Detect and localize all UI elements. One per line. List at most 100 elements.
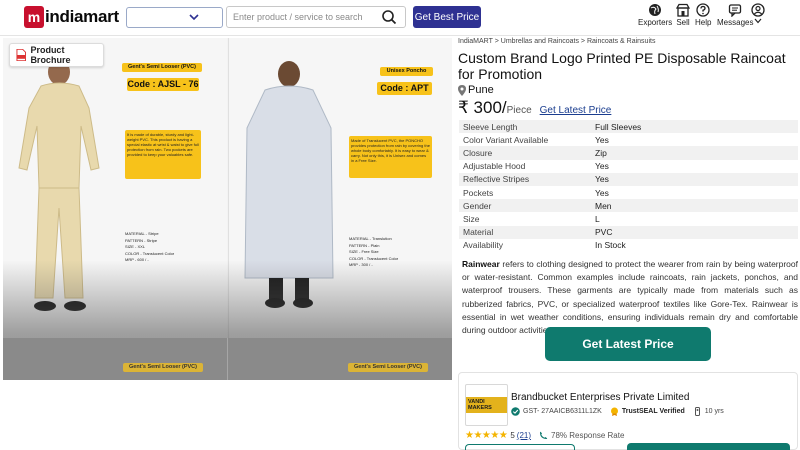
nav-exporters-label: Exporters — [638, 18, 673, 27]
trustseal-label: TrustSEAL Verified — [621, 408, 685, 415]
search-icon[interactable] — [381, 9, 397, 25]
get-latest-price-button[interactable]: Get Latest Price — [545, 327, 711, 361]
spec-label: Color Variant Available — [463, 134, 549, 145]
product-image-gallery[interactable]: Gent's Semi Looser (PVC) Code : AJSL - 7… — [3, 38, 452, 380]
indiamart-logo[interactable]: m indiamart — [24, 4, 119, 30]
breadcrumb-link[interactable]: IndiaMART — [458, 38, 493, 45]
table-row: Material PVC — [459, 225, 798, 239]
spec-value: Yes — [595, 134, 609, 145]
spec-value: PVC — [595, 227, 613, 238]
seller-logo-text: VANDI MAKERS — [466, 397, 507, 413]
table-row: Gender Men — [459, 199, 798, 213]
table-row: Size L — [459, 212, 798, 225]
city-select[interactable] — [126, 7, 223, 28]
table-row: Reflective Stripes Yes — [459, 172, 798, 186]
product-code-tag: Code : AJSL - 76 — [127, 78, 199, 91]
product-brochure-button[interactable]: Product Brochure — [9, 43, 104, 67]
spec-label: Reflective Stripes — [463, 174, 530, 185]
globe-icon — [649, 4, 662, 16]
spec-label: Sleeve Length — [463, 121, 518, 132]
breadcrumb-link[interactable]: Umbrellas and Raincoats — [501, 38, 579, 45]
location-text: Pune — [468, 84, 494, 96]
spec-value: In Stock — [595, 240, 626, 251]
table-row: Adjustable Hood Yes — [459, 160, 798, 173]
user-icon — [751, 3, 765, 17]
seller-primary-button[interactable] — [627, 443, 790, 450]
table-row: Pockets Yes — [459, 186, 798, 199]
nav-exporters[interactable]: Exporters — [638, 3, 672, 27]
verified-badge-icon — [511, 407, 520, 416]
chevron-down-icon — [189, 14, 199, 21]
pdf-icon — [16, 49, 26, 61]
breadcrumb-link[interactable]: Raincoats & Rainsuits — [587, 38, 655, 45]
seller-secondary-button[interactable] — [465, 444, 575, 450]
spec-value: Men — [595, 200, 612, 211]
seller-card: VANDI MAKERS Brandbucket Enterprises Pri… — [458, 372, 798, 450]
product-name-tag: Gent's Semi Looser (PVC) — [123, 363, 203, 372]
store-icon — [676, 3, 690, 17]
search-box — [226, 6, 406, 28]
spec-value: Full Sleeves — [595, 121, 642, 132]
product-spec-list: MATERIAL - Stripe PATTERN - Stripe SIZE … — [125, 231, 174, 264]
member-years: 10 yrs — [704, 408, 724, 415]
spec-value: Yes — [595, 187, 609, 198]
product-info-box: It is made of durable, sturdy and light-… — [125, 130, 201, 179]
spec-label: Material — [463, 227, 494, 238]
seller-name[interactable]: Brandbucket Enterprises Private Limited — [511, 392, 689, 403]
spec-label: Gender — [463, 200, 492, 211]
product-name-tag: Gent's Semi Looser (PVC) — [348, 363, 428, 372]
table-row: Closure Zip — [459, 146, 798, 160]
nav-help[interactable]: Help — [695, 3, 711, 27]
search-input[interactable] — [227, 7, 367, 27]
messages-icon — [729, 4, 742, 17]
seller-meta: GST- 27AAICB6311L1ZK TrustSEAL Verified … — [511, 407, 724, 416]
spec-value: Yes — [595, 161, 609, 172]
spec-line: MATERIAL - Translution — [349, 236, 392, 241]
price-amount: ₹ 300/ — [458, 98, 507, 117]
response-rate-text: 78% Response Rate — [551, 431, 625, 440]
spec-label: Adjustable Hood — [463, 161, 526, 172]
location-pin-icon — [458, 84, 466, 96]
response-rate: 78% Response Rate — [539, 431, 624, 440]
logo-text: indiamart — [45, 7, 119, 26]
product-spec-table: Sleeve Length Full Sleeves Color Variant … — [459, 120, 798, 252]
star-rating-icon: ★★★★★ — [465, 430, 508, 441]
get-latest-price-link[interactable]: Get Latest Price — [540, 105, 612, 116]
spec-value: Yes — [595, 174, 609, 185]
spec-label: Pockets — [463, 187, 494, 198]
trustseal-icon — [610, 407, 618, 416]
spec-value: L — [595, 213, 600, 224]
nav-messages-label: Messages — [717, 18, 754, 27]
product-name-tag: Unisex Poncho — [380, 67, 433, 76]
help-icon — [696, 3, 710, 17]
top-header: m indiamart Get Best Price Exporters Sel… — [0, 0, 800, 36]
table-row: Sleeve Length Full Sleeves — [459, 120, 798, 134]
seller-location: Pune — [458, 84, 494, 96]
rating-value: 5 — [510, 431, 515, 440]
product-title: Custom Brand Logo Printed PE Disposable … — [458, 50, 786, 82]
breadcrumb: IndiaMART > Umbrellas and Raincoats > Ra… — [458, 38, 655, 45]
get-best-price-button[interactable]: Get Best Price — [413, 6, 481, 28]
nav-messages[interactable]: Messages — [717, 3, 753, 27]
nav-help-label: Help — [695, 18, 712, 27]
brochure-label: Product Brochure — [30, 45, 71, 65]
spec-label: Closure — [463, 147, 493, 158]
spec-value: Zip — [595, 147, 607, 158]
seller-logo[interactable]: VANDI MAKERS — [465, 384, 508, 426]
product-name-tag: Gent's Semi Looser (PVC) — [122, 63, 202, 72]
nav-sell-label: Sell — [676, 18, 690, 27]
product-info-box: Made of Translucent PVC, the PONCHO prov… — [349, 136, 432, 178]
spec-label: Size — [463, 213, 480, 224]
table-row: Color Variant Available Yes — [459, 133, 798, 146]
rating-count-link[interactable]: (21) — [517, 431, 531, 440]
member-years-icon — [694, 407, 700, 416]
seller-rating: ★★★★★ 5 (21) 78% Response Rate — [465, 430, 624, 441]
product-description: Rainwear refers to clothing designed to … — [462, 258, 798, 337]
description-lead: Rainwear — [462, 259, 500, 269]
table-row: Availability In Stock — [459, 239, 798, 252]
gst-number: GST- 27AAICB6311L1ZK — [523, 408, 602, 415]
spec-label: Availability — [463, 240, 504, 251]
nav-user[interactable] — [751, 3, 765, 25]
nav-sell[interactable]: Sell — [676, 3, 690, 27]
price-block: ₹ 300/ Piece Get Latest Price — [458, 98, 611, 118]
